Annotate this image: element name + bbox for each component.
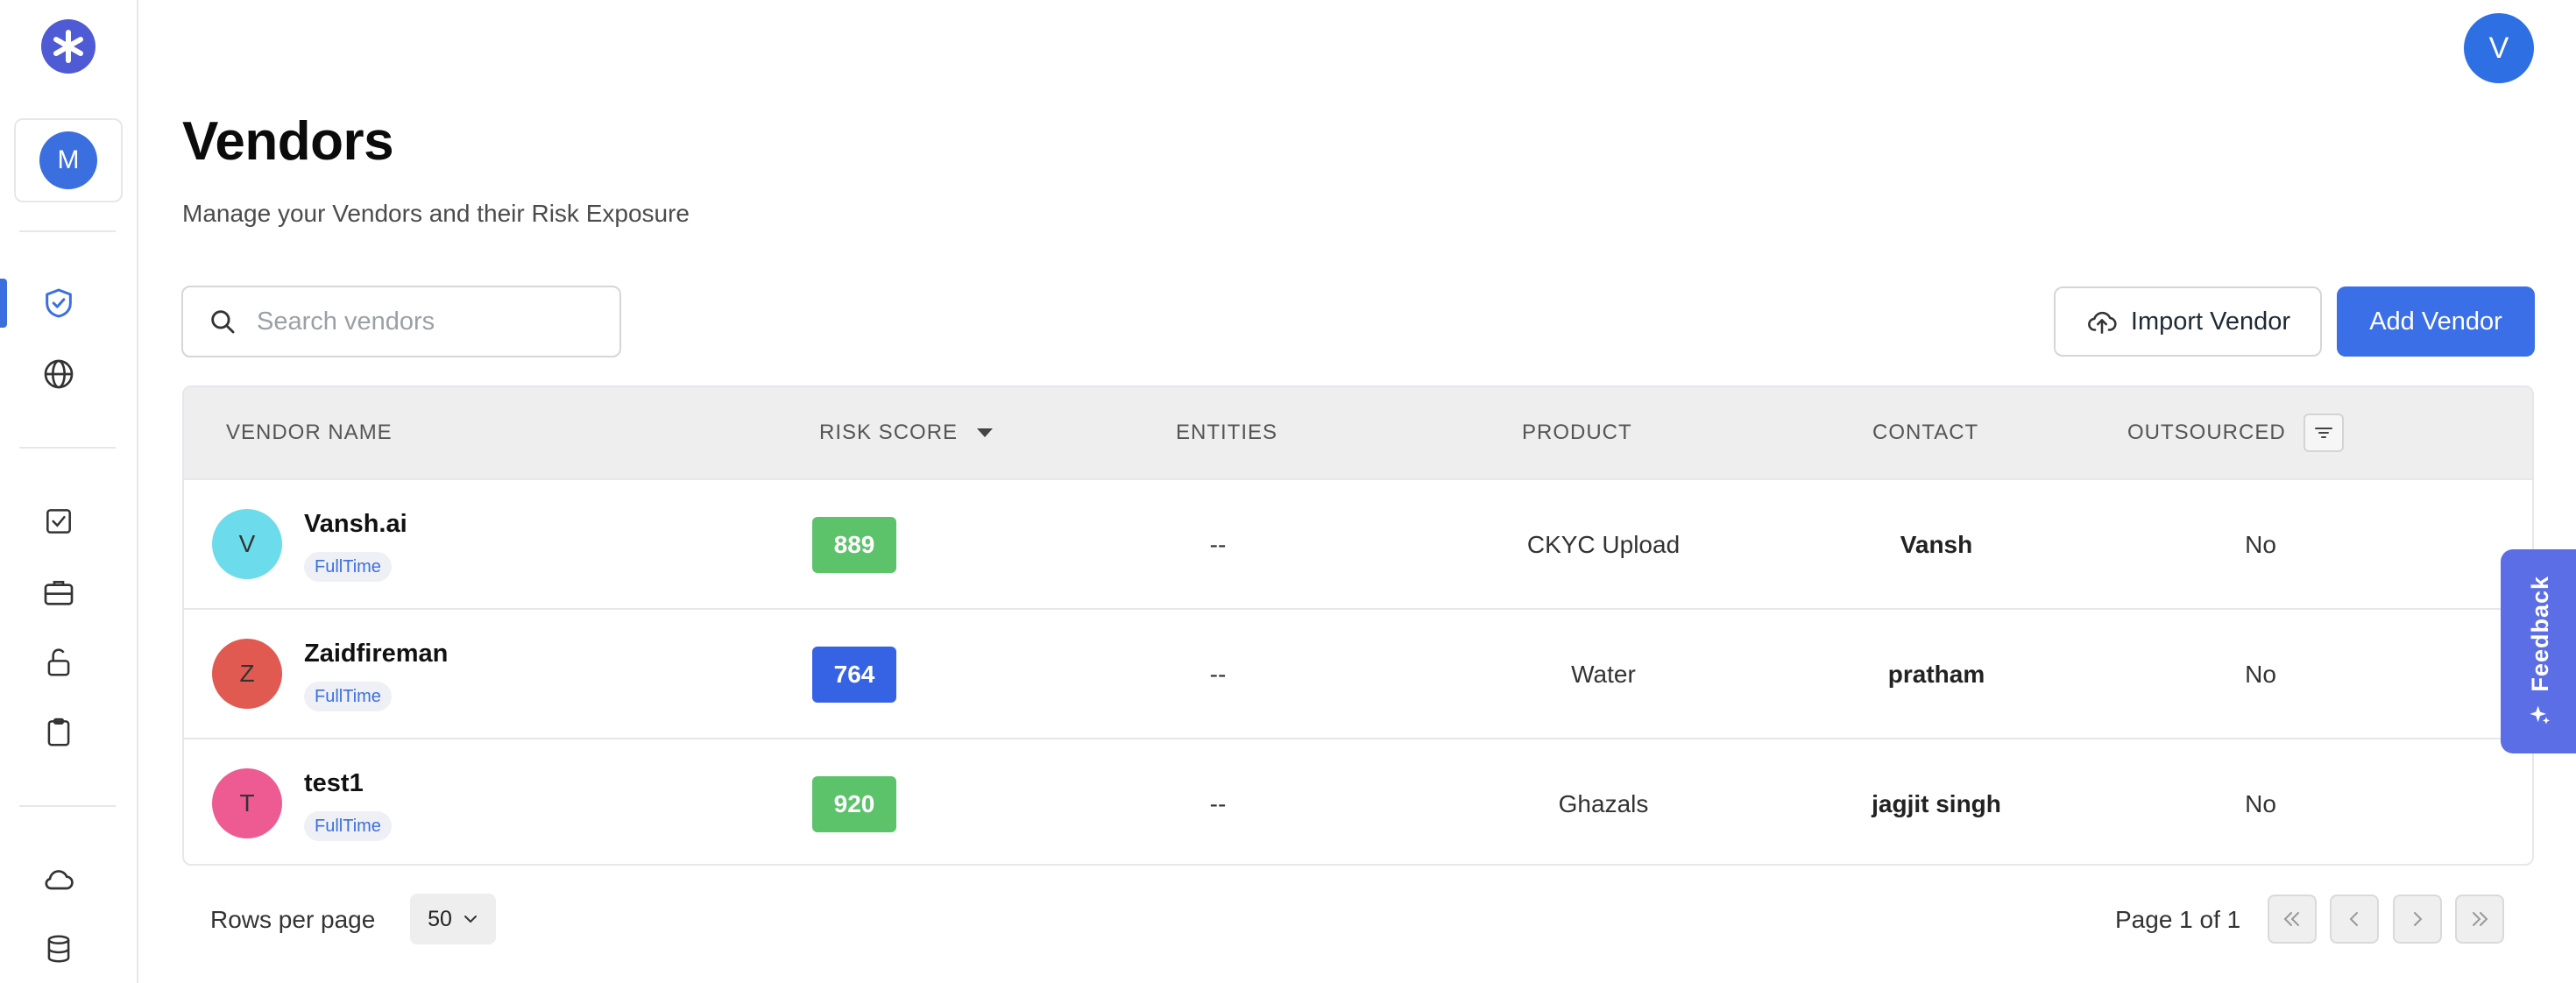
product-cell: CKYC Upload	[1526, 531, 1681, 558]
next-page-button[interactable]	[2393, 895, 2442, 944]
unlock-icon	[47, 648, 70, 676]
clipboard-icon	[47, 718, 70, 746]
vendor-type-badge: FullTime	[304, 682, 392, 711]
entities-cell: --	[1209, 661, 1227, 688]
contact-cell: jagjit singh	[1872, 790, 2001, 817]
chevron-down-icon	[464, 916, 477, 923]
product-cell: Ghazals	[1558, 790, 1649, 817]
chevrons-right-icon	[2473, 912, 2488, 926]
contact-cell: pratham	[1887, 661, 1985, 688]
add-vendor-button[interactable]: Add Vendor	[2337, 286, 2535, 357]
sidebar-item-database[interactable]	[39, 930, 78, 968]
page-subtitle: Manage your Vendors and their Risk Expos…	[182, 200, 690, 227]
outsourced-cell: No	[2245, 790, 2276, 817]
table-row[interactable]: Z Zaidfireman FullTime 764 -- Water pratham No	[184, 608, 2532, 738]
chevron-right-icon	[2414, 912, 2423, 926]
previous-page-button[interactable]	[2330, 895, 2379, 944]
sidebar: M	[0, 0, 138, 983]
risk-score-badge: 764	[812, 647, 896, 703]
sidebar-item-vendors[interactable]	[39, 284, 78, 322]
active-indicator	[0, 279, 7, 328]
risk-score-cell: 920	[767, 739, 942, 864]
globe-icon	[44, 359, 74, 389]
add-vendor-label: Add Vendor	[2369, 307, 2502, 336]
app-logo[interactable]	[41, 19, 96, 74]
risk-score-cell: 764	[767, 610, 942, 739]
asterisk-logo-icon	[53, 30, 83, 63]
last-page-button[interactable]	[2455, 895, 2504, 944]
search-box[interactable]	[181, 286, 621, 357]
org-switcher[interactable]: M	[14, 118, 123, 202]
database-icon	[47, 935, 70, 963]
column-header-risk-score[interactable]: RISK SCORE	[819, 387, 994, 478]
sparkle-icon	[2530, 705, 2551, 725]
feedback-label: Feedback	[2526, 576, 2553, 692]
risk-score-badge: 920	[812, 776, 896, 832]
search-icon	[211, 310, 235, 334]
page-info: Page 1 of 1	[2115, 906, 2241, 933]
sidebar-item-access[interactable]	[39, 643, 78, 682]
outsourced-cell: No	[2245, 661, 2276, 688]
column-header-entities[interactable]: ENTITIES	[1176, 387, 1277, 478]
sidebar-divider	[19, 805, 116, 807]
column-header-vendor-name[interactable]: VENDOR NAME	[226, 387, 393, 478]
product-cell: Water	[1571, 661, 1636, 688]
sidebar-divider	[19, 230, 116, 232]
sidebar-item-clipboard[interactable]	[39, 713, 78, 752]
sidebar-item-briefcase[interactable]	[39, 573, 78, 612]
sidebar-item-tasks[interactable]	[39, 502, 78, 541]
shield-check-icon	[46, 288, 72, 318]
risk-score-badge: 889	[812, 517, 896, 573]
page-title: Vendors	[182, 111, 394, 172]
risk-score-label: RISK SCORE	[819, 421, 959, 444]
outsourced-label: OUTSOURCED	[2127, 421, 2286, 444]
risk-score-cell: 889	[767, 480, 942, 610]
table-row[interactable]: V Vansh.ai FullTime 889 -- CKYC Upload Vansh No	[184, 478, 2532, 608]
column-header-outsourced[interactable]: OUTSOURCED	[2127, 387, 2344, 478]
first-page-button[interactable]	[2268, 895, 2317, 944]
chevrons-left-icon	[2283, 912, 2299, 926]
feedback-tab[interactable]: Feedback	[2501, 549, 2576, 753]
import-vendor-label: Import Vendor	[2130, 307, 2291, 336]
column-header-contact[interactable]: CONTACT	[1872, 387, 1978, 478]
sidebar-divider	[19, 447, 116, 449]
search-input[interactable]	[257, 307, 607, 336]
sidebar-item-globe[interactable]	[39, 355, 78, 393]
vendor-avatar: Z	[212, 639, 282, 709]
briefcase-icon	[44, 581, 74, 605]
vendor-avatar: T	[212, 768, 282, 838]
rows-per-page-label: Rows per page	[210, 906, 376, 933]
vendors-table: VENDOR NAME RISK SCORE ENTITIES PRODUCT …	[182, 385, 2534, 866]
column-filter-button[interactable]	[2303, 414, 2344, 452]
outsourced-cell: No	[2245, 531, 2276, 558]
rows-per-page-select[interactable]: 50	[410, 894, 496, 944]
vendor-name[interactable]: Vansh.ai	[304, 510, 407, 539]
contact-cell: Vansh	[1900, 531, 1973, 558]
chevron-left-icon	[2349, 912, 2358, 926]
import-vendor-button[interactable]: Import Vendor	[2054, 286, 2322, 357]
checkbox-icon	[46, 509, 71, 534]
sort-desc-icon	[977, 428, 994, 437]
entities-cell: --	[1209, 790, 1227, 817]
rows-per-page-value: 50	[428, 906, 452, 931]
entities-cell: --	[1209, 531, 1227, 558]
cloud-icon	[45, 870, 74, 890]
vendor-name[interactable]: test1	[304, 769, 364, 798]
vendor-type-badge: FullTime	[304, 552, 392, 582]
vendor-avatar: V	[212, 509, 282, 579]
cloud-upload-icon	[2088, 311, 2117, 334]
table-header: VENDOR NAME RISK SCORE ENTITIES PRODUCT …	[184, 387, 2532, 478]
table-row[interactable]: Ttest1 FullTime 920 -- Ghazals jagjit singh No	[184, 738, 2532, 864]
column-header-product[interactable]: PRODUCT	[1522, 387, 1632, 478]
sidebar-item-cloud[interactable]	[39, 860, 78, 899]
vendor-name[interactable]: Zaidfireman	[304, 640, 448, 668]
user-avatar[interactable]: V	[2464, 13, 2534, 83]
vendor-type-badge: FullTime	[304, 811, 392, 841]
org-avatar: M	[39, 131, 97, 189]
filter-icon	[2314, 428, 2332, 438]
